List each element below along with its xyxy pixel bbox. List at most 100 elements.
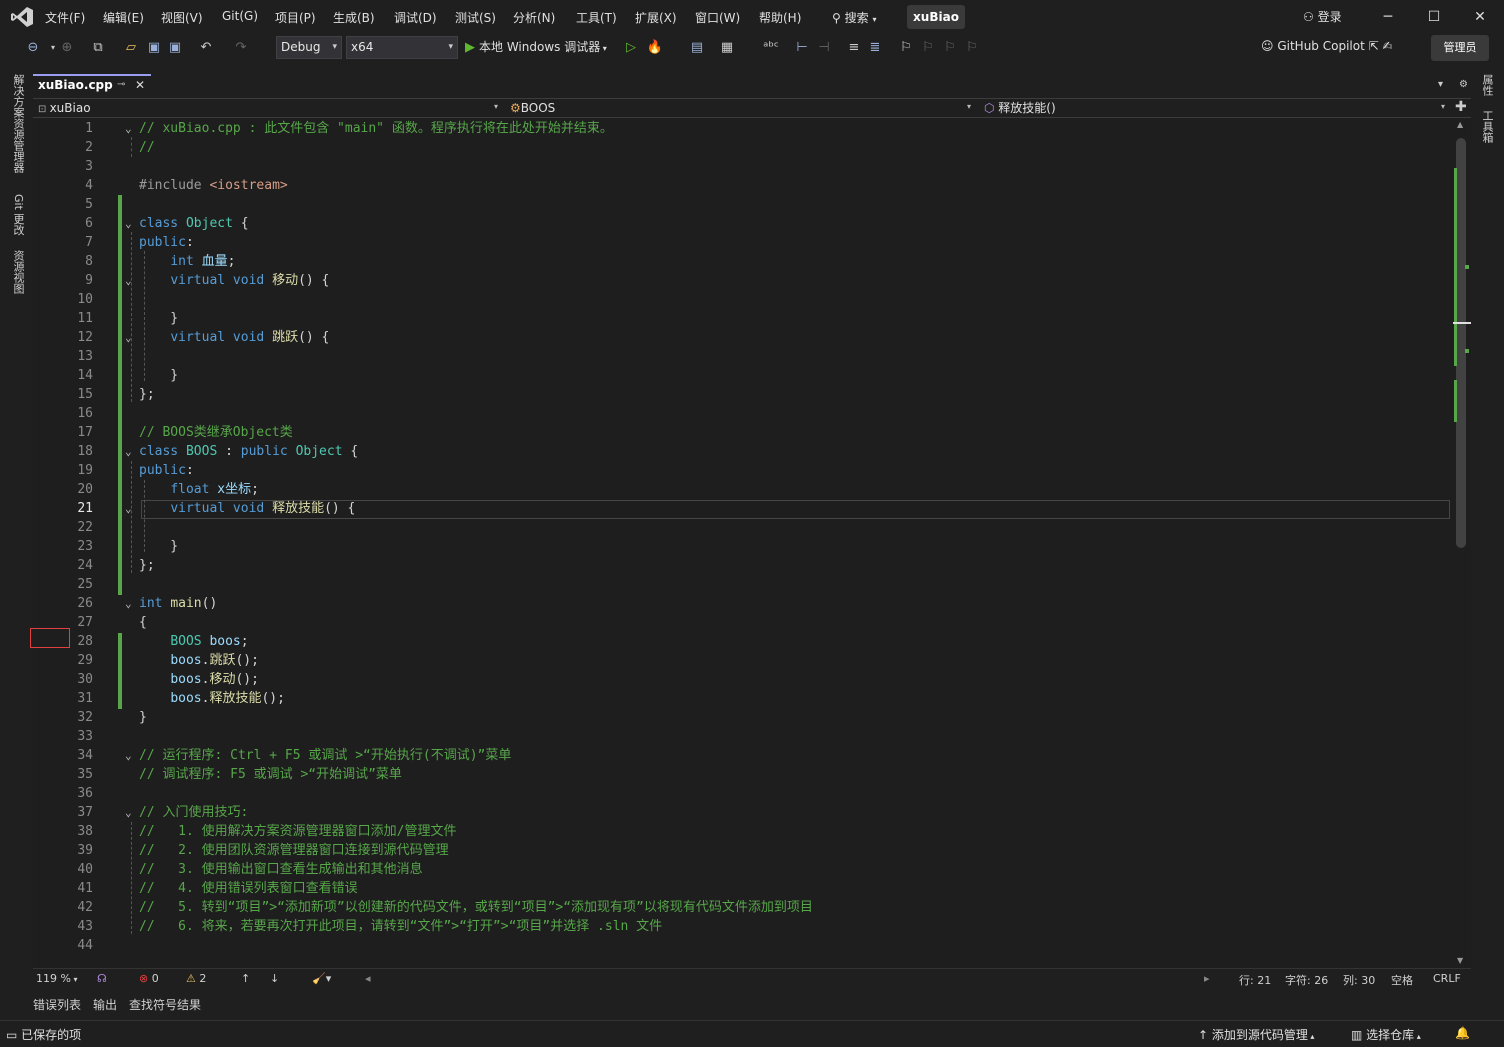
prev-bookmark-icon[interactable]: ⚐ [919, 39, 937, 57]
code-line[interactable]: 12 ⌄ virtual void 跳跃() { [33, 328, 1453, 347]
code-line[interactable]: 41 // 4. 使用错误列表窗口查看错误 [33, 879, 1453, 898]
code-line[interactable]: 8 int 血量; [33, 252, 1453, 271]
redo-icon[interactable]: ↷ [232, 39, 250, 57]
menu-item-0[interactable]: 文件(F) [45, 9, 85, 26]
fold-toggle-icon[interactable]: ⌄ [125, 442, 132, 461]
tab-list-dropdown-icon[interactable]: ▾ [1438, 79, 1443, 90]
pin-icon[interactable]: ⊸ [117, 79, 125, 90]
fold-toggle-icon[interactable]: ⌄ [125, 746, 132, 765]
undo-icon[interactable]: ↶ [197, 39, 215, 57]
code-line[interactable]: 24}; [33, 556, 1453, 575]
forward-icon[interactable]: ⊕ [58, 39, 76, 57]
whitespace-indicator[interactable]: 空格 [1391, 972, 1413, 988]
code-lines[interactable]: 1 ⌄ // xuBiao.cpp : 此文件包含 "main" 函数。程序执行将在… [33, 118, 1453, 968]
hot-reload-icon[interactable]: 🔥 [646, 39, 664, 57]
code-line[interactable]: 3 [33, 157, 1453, 176]
code-line[interactable]: 23 } [33, 537, 1453, 556]
resource-view-tab[interactable]: 资源视图 [10, 250, 26, 294]
open-folder-icon[interactable]: ▱ [122, 39, 140, 57]
menu-item-1[interactable]: 编辑(E) [103, 9, 144, 26]
line-indicator[interactable]: 行: 21 [1239, 972, 1271, 988]
code-line[interactable]: 33 [33, 727, 1453, 746]
code-line[interactable]: 7 public: [33, 233, 1453, 252]
code-line[interactable]: 4 #include <iostream> [33, 176, 1453, 195]
menu-item-3[interactable]: Git(G) [222, 9, 258, 23]
minimize-button[interactable]: ─ [1378, 8, 1398, 26]
add-to-source-control-button[interactable]: ↑ 添加到源代码管理 ▴ [1198, 1026, 1314, 1043]
fold-toggle-icon[interactable]: ⌄ [125, 271, 132, 290]
code-line[interactable]: 13 [33, 347, 1453, 366]
step-icon[interactable]: ⊢ [793, 39, 811, 57]
code-line[interactable]: 22 [33, 518, 1453, 537]
scroll-right-icon[interactable]: ▸ [1204, 972, 1210, 985]
gear-icon[interactable]: ⚙ [1459, 79, 1468, 90]
fold-toggle-icon[interactable]: ⌄ [125, 119, 132, 138]
toolbox-tab[interactable]: 工具箱 [1479, 110, 1495, 143]
code-line[interactable]: 30 boos.移动(); [33, 670, 1453, 689]
fold-toggle-icon[interactable]: ⌄ [125, 594, 132, 613]
fold-toggle-icon[interactable]: ⌄ [125, 328, 132, 347]
char-indicator[interactable]: 字符: 26 [1285, 972, 1328, 988]
tab-find-symbol-results[interactable]: 查找符号结果 [129, 996, 201, 1019]
code-line[interactable]: 16 [33, 404, 1453, 423]
notifications-button[interactable]: 🔔 [1455, 1026, 1470, 1040]
code-line[interactable]: 25 [33, 575, 1453, 594]
fold-toggle-icon[interactable]: ⌄ [125, 499, 132, 518]
code-line[interactable]: 37 ⌄ // 入门使用技巧: [33, 803, 1453, 822]
save-all-icon[interactable]: ▣ [166, 39, 184, 57]
solution-explorer-tab[interactable]: 解决方案资源管理器 [10, 74, 26, 173]
fold-toggle-icon[interactable]: ⌄ [125, 803, 132, 822]
new-project-icon[interactable]: ⧉ [89, 39, 107, 57]
code-cleanup-icon[interactable]: 🧹▾ [312, 972, 331, 985]
code-line[interactable]: 2 // [33, 138, 1453, 157]
back-icon[interactable]: ⊖ [24, 39, 42, 57]
scroll-down-icon[interactable]: ▼ [1457, 956, 1463, 965]
configuration-select[interactable]: Debug ▾ [276, 36, 342, 59]
code-line[interactable]: 43 // 6. 将来，若要再次打开此项目，请转到“文件”>“打开”>“项目”并选… [33, 917, 1453, 936]
next-issue-icon[interactable]: ↓ [270, 972, 279, 985]
maximize-button[interactable]: ☐ [1424, 8, 1444, 26]
code-line[interactable]: 38 // 1. 使用解决方案资源管理器窗口添加/管理文件 [33, 822, 1453, 841]
column-indicator[interactable]: 列: 30 [1343, 972, 1375, 988]
visual-studio-logo-icon[interactable] [10, 6, 34, 28]
menu-item-11[interactable]: 窗口(W) [695, 9, 740, 26]
menu-item-6[interactable]: 调试(D) [394, 9, 437, 26]
code-line[interactable]: 26 ⌄ int main() [33, 594, 1453, 613]
code-line[interactable]: 9 ⌄ virtual void 移动() { [33, 271, 1453, 290]
select-repository-button[interactable]: ▥ 选择仓库 ▴ [1351, 1026, 1421, 1043]
code-line[interactable]: 35 // 调试程序: F5 或调试 >“开始调试”菜单 [33, 765, 1453, 784]
code-line[interactable]: 5 [33, 195, 1453, 214]
warning-count[interactable]: ⚠ 2 [186, 972, 206, 985]
github-copilot-button[interactable]: ☺ GitHub Copilot ⇱ ✍ [1261, 39, 1393, 53]
close-window-button[interactable]: ✕ [1470, 8, 1490, 26]
save-icon[interactable]: ▣ [145, 39, 163, 57]
code-line[interactable]: 1 ⌄ // xuBiao.cpp : 此文件包含 "main" 函数。程序执行将在… [33, 119, 1453, 138]
fold-toggle-icon[interactable]: ⌄ [125, 214, 132, 233]
close-icon[interactable]: ✕ [135, 78, 145, 92]
code-line[interactable]: 34 ⌄ // 运行程序: Ctrl + F5 或调试 >“开始执行(不调试)”菜单 [33, 746, 1453, 765]
menu-item-7[interactable]: 测试(S) [455, 9, 496, 26]
scrollbar-thumb[interactable] [1456, 138, 1466, 548]
tab-error-list[interactable]: 错误列表 [33, 996, 81, 1019]
scroll-up-icon[interactable]: ▲ [1457, 120, 1463, 129]
comment-icon[interactable]: ≡ [845, 39, 863, 57]
menu-item-12[interactable]: 帮助(H) [759, 9, 801, 26]
menu-item-9[interactable]: 工具(T) [576, 9, 617, 26]
scope-dropdown[interactable]: ⚙BOOS [510, 100, 555, 117]
code-line[interactable]: 18 ⌄ class BOOS : public Object { [33, 442, 1453, 461]
code-line[interactable]: 20 float x坐标; [33, 480, 1453, 499]
chevron-down-icon[interactable]: ▾ [1441, 102, 1445, 111]
code-line[interactable]: 10 [33, 290, 1453, 309]
code-line[interactable]: 11 } [33, 309, 1453, 328]
code-line[interactable]: 27 { [33, 613, 1453, 632]
prev-issue-icon[interactable]: ↑ [241, 972, 250, 985]
next-bookmark-icon[interactable]: ⚐ [941, 39, 959, 57]
code-line[interactable]: 21 ⌄ virtual void 释放技能() { [33, 499, 1453, 518]
chevron-down-icon[interactable]: ▾ [494, 102, 498, 111]
start-debugging-button[interactable]: ▶ 本地 Windows 调试器 ▾ [465, 38, 607, 55]
code-line[interactable]: 6 ⌄ class Object { [33, 214, 1453, 233]
uncomment-icon[interactable]: ≣ [866, 39, 884, 57]
error-count[interactable]: ⊗ 0 [139, 972, 159, 985]
search-box[interactable]: ⚲ 搜索 ▾ [832, 9, 876, 26]
menu-item-5[interactable]: 生成(B) [333, 9, 375, 26]
